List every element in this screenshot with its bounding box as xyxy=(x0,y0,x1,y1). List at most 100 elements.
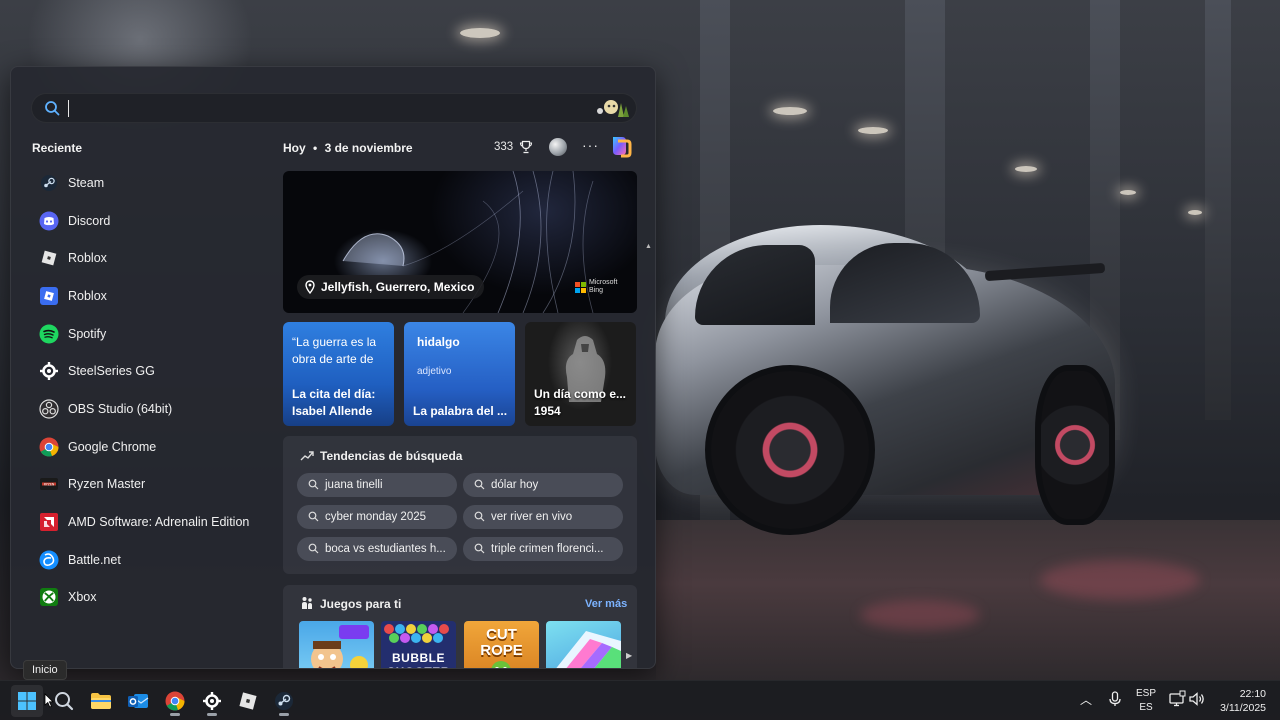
volume-icon[interactable] xyxy=(1188,690,1206,708)
trend-pill[interactable]: dólar hoy xyxy=(463,473,623,497)
bubble-shooter-tile[interactable]: BUBBLE SHOOTER xyxy=(381,621,456,668)
hero-caption-text: Jellyfish, Guerrero, Mexico xyxy=(321,280,475,294)
bing-badge-line1: Microsoft xyxy=(589,279,618,286)
chrome-icon xyxy=(165,691,185,711)
search-highlight-icon[interactable] xyxy=(594,97,630,119)
trend-label: boca vs estudiantes h... xyxy=(325,543,446,555)
recent-item-label: SteelSeries GG xyxy=(68,364,155,379)
scroll-up-arrow-icon[interactable]: ▲ xyxy=(645,243,652,250)
cut-the-rope-tile[interactable]: CUT ROPE xyxy=(464,621,539,668)
search-icon xyxy=(55,692,74,711)
trend-label: triple crimen florenci... xyxy=(491,543,604,555)
search-icon xyxy=(45,101,60,116)
trend-pill[interactable]: triple crimen florenci... xyxy=(463,537,623,561)
microsoft-logo-icon xyxy=(575,282,586,293)
spotify-icon xyxy=(39,324,59,344)
show-hidden-icons-chevron-icon[interactable]: ︿ xyxy=(1080,691,1092,708)
feed-date-label: 3 de noviembre xyxy=(324,141,413,155)
search-input[interactable] xyxy=(72,94,552,122)
trend-pill[interactable]: boca vs estudiantes h... xyxy=(297,537,457,561)
trend-label: ver river en vivo xyxy=(491,511,573,523)
input-language-indicator[interactable]: ESP ES xyxy=(1136,687,1156,715)
recent-item-xbox[interactable]: Xbox xyxy=(31,579,271,617)
steelseries-icon xyxy=(203,692,221,710)
recent-item-steam[interactable]: Steam xyxy=(31,164,271,202)
recent-item-label: AMD Software: Adrenalin Edition xyxy=(68,515,250,530)
rewards-points[interactable]: 333 xyxy=(494,141,513,153)
taskbar-steelseries[interactable] xyxy=(196,685,228,717)
bing-badge-line2: Bing xyxy=(589,287,604,294)
recent-item-roblox[interactable]: Roblox xyxy=(31,239,271,277)
recent-item-discord[interactable]: Discord xyxy=(31,202,271,240)
see-more-link[interactable]: Ver más xyxy=(585,598,627,610)
roblox-icon xyxy=(239,692,257,710)
color-slide-tile[interactable] xyxy=(546,621,621,668)
steam-icon xyxy=(275,692,293,710)
games-title: Juegos para ti xyxy=(320,597,402,611)
crazy-games-tile[interactable] xyxy=(299,621,374,668)
trophy-icon[interactable] xyxy=(519,140,533,154)
recent-title: Reciente xyxy=(32,141,83,155)
recent-item-amd-software[interactable]: AMD Software: Adrenalin Edition xyxy=(31,503,271,541)
recent-item-label: Battle.net xyxy=(68,552,121,567)
system-clock[interactable]: 22:10 3/11/2025 xyxy=(1214,687,1266,715)
keyboard-layout-label: ES xyxy=(1139,702,1153,713)
car-wallpaper-image xyxy=(655,225,1125,585)
games-figure-icon xyxy=(302,597,312,609)
mouse-cursor-icon xyxy=(44,693,54,708)
more-options-icon[interactable]: ··· xyxy=(582,137,599,153)
feed-date: Hoy • 3 de noviembre xyxy=(283,141,413,155)
trend-label: cyber monday 2025 xyxy=(325,511,427,523)
microphone-icon[interactable] xyxy=(1106,690,1124,708)
taskbar-outlook[interactable] xyxy=(122,685,154,717)
recent-apps-list: Steam Discord Roblox Roblox Spotify Stee… xyxy=(31,164,271,616)
text-caret xyxy=(68,100,69,117)
trend-label: juana tinelli xyxy=(325,479,383,491)
on-this-day-card[interactable]: Un día como e... 1954 xyxy=(525,322,636,426)
language-label: ESP xyxy=(1136,688,1157,699)
feed-header: Hoy • 3 de noviembre 333 ··· xyxy=(283,137,637,158)
search-box[interactable] xyxy=(31,93,637,123)
avatar[interactable] xyxy=(549,138,567,156)
feed-separator: • xyxy=(313,141,318,155)
search-icon xyxy=(308,543,319,554)
search-icon xyxy=(474,511,485,522)
recent-item-label: Xbox xyxy=(68,590,97,605)
discord-icon xyxy=(39,211,59,231)
obs-icon xyxy=(39,399,59,419)
word-of-the-day-card[interactable]: hidalgo adjetivo La palabra del ... xyxy=(404,322,515,426)
taskbar-file-explorer[interactable] xyxy=(85,685,117,717)
recent-item-steelseries[interactable]: SteelSeries GG xyxy=(31,352,271,390)
recent-item-roblox-studio[interactable]: Roblox xyxy=(31,277,271,315)
running-indicator xyxy=(207,713,217,716)
recent-item-ryzen-master[interactable]: RYZEN Ryzen Master xyxy=(31,466,271,504)
hero-image-card[interactable]: Jellyfish, Guerrero, Mexico Microsoft Bi… xyxy=(283,171,637,313)
network-icon[interactable] xyxy=(1168,690,1186,708)
quote-of-the-day-card[interactable]: “La guerra es la obra de arte de La cita… xyxy=(283,322,394,426)
word-text: hidalgo xyxy=(417,335,460,349)
taskbar-steam[interactable] xyxy=(268,685,300,717)
recent-item-spotify[interactable]: Spotify xyxy=(31,315,271,353)
taskbar-roblox[interactable] xyxy=(232,685,264,717)
roblox-icon xyxy=(39,248,59,268)
taskbar-chrome[interactable] xyxy=(159,685,191,717)
history-card-title: Un día como e... 1954 xyxy=(534,387,627,418)
trend-pill[interactable]: cyber monday 2025 xyxy=(297,505,457,529)
trend-pill[interactable]: ver river en vivo xyxy=(463,505,623,529)
carousel-next-icon[interactable]: ▶ xyxy=(626,651,632,660)
recent-item-obs[interactable]: OBS Studio (64bit) xyxy=(31,390,271,428)
recent-item-chrome[interactable]: Google Chrome xyxy=(31,428,271,466)
clock-time: 22:10 xyxy=(1239,688,1266,700)
hero-location-caption[interactable]: Jellyfish, Guerrero, Mexico xyxy=(297,275,485,299)
trend-pill[interactable]: juana tinelli xyxy=(297,473,457,497)
microsoft-bing-badge: Microsoft Bing xyxy=(575,279,625,297)
recent-item-battlenet[interactable]: Battle.net xyxy=(31,541,271,579)
start-button[interactable] xyxy=(11,685,43,717)
copilot-icon[interactable] xyxy=(607,133,633,159)
recent-item-label: Steam xyxy=(68,175,105,190)
location-pin-icon xyxy=(305,280,315,294)
amd-icon xyxy=(39,512,59,532)
battlenet-icon xyxy=(39,550,59,570)
search-icon xyxy=(474,479,485,490)
search-icon xyxy=(308,511,319,522)
